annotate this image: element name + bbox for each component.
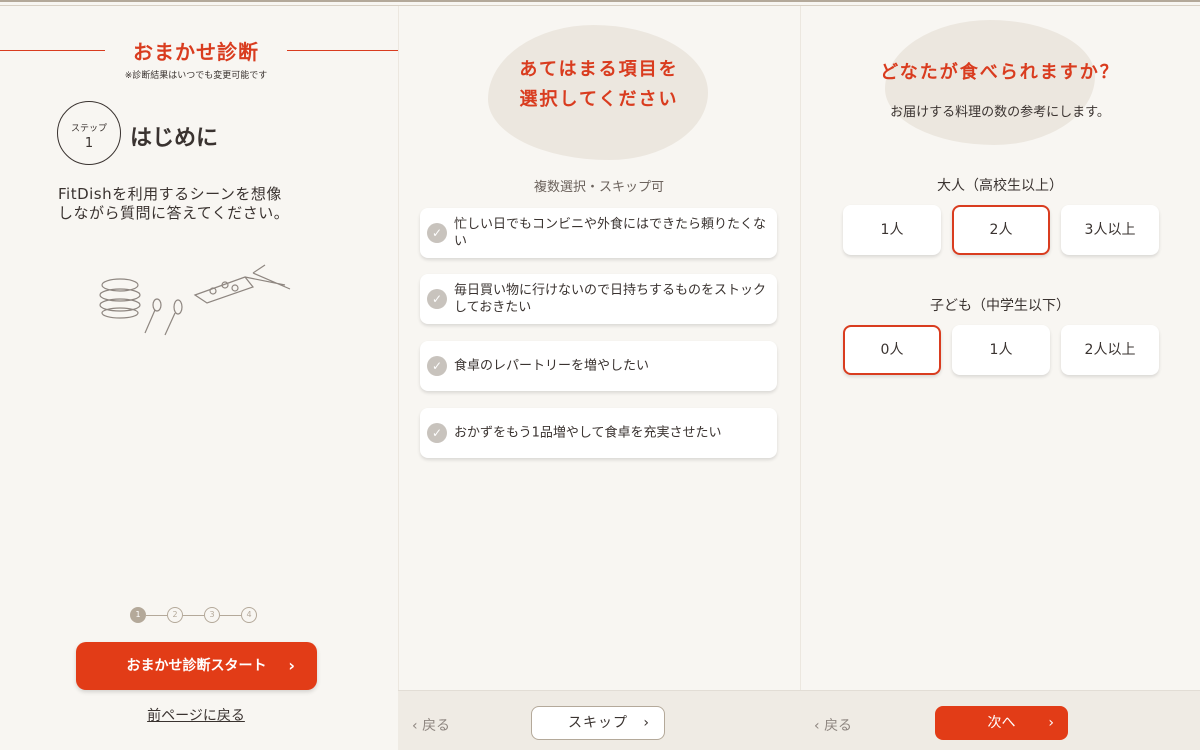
previous-page-link[interactable]: 前ページに戻る: [96, 705, 296, 725]
chevron-right-icon: ›: [1048, 715, 1054, 731]
option-item[interactable]: ✓ おかずをもう1品増やして食卓を充実させたい: [420, 408, 777, 458]
progress-line: [146, 615, 167, 616]
skip-label: スキップ: [568, 715, 628, 731]
chevron-left-icon: ‹: [814, 718, 825, 734]
progress-step-4: 4: [241, 607, 257, 623]
intro-line-2: しながら質問に答えてください。: [58, 204, 290, 222]
check-circle-icon: ✓: [427, 356, 447, 376]
options-back-button[interactable]: ‹ 戻る: [412, 715, 450, 735]
adults-option-3[interactable]: 3人以上: [1061, 205, 1159, 255]
step-label: ステップ: [70, 124, 107, 134]
chevron-right-icon: ›: [643, 715, 650, 731]
title-divider-right: [287, 50, 398, 51]
check-circle-icon: ✓: [427, 423, 447, 443]
progress-step-2: 2: [167, 607, 183, 623]
skip-button[interactable]: スキップ ›: [531, 706, 665, 740]
children-label: 子ども（中学生以下）: [930, 298, 1070, 314]
option-label: 毎日買い物に行けないので日持ちするものをストックしておきたい: [454, 283, 767, 315]
options-title-line-2: 選択してください: [519, 89, 679, 110]
check-circle-icon: ✓: [427, 289, 447, 309]
title-divider-left: [0, 50, 105, 51]
household-subtitle: お届けする料理の数の参考にします。: [890, 105, 1110, 120]
step-title: はじめに: [130, 126, 219, 151]
option-label: 忙しい日でもコンビニや外食にはできたら頼りたくない: [454, 217, 767, 249]
adults-option-2[interactable]: 2人: [952, 205, 1050, 255]
options-title-line-1: あてはまる項目を: [519, 59, 679, 80]
option-item[interactable]: ✓ 毎日買い物に行けないので日持ちするものをストックしておきたい: [420, 274, 777, 324]
options-hint: 複数選択・スキップ可: [533, 180, 664, 195]
household-title: どなたが食べられますか？: [880, 62, 1120, 83]
option-item[interactable]: ✓ 食卓のレパートリーを増やしたい: [420, 341, 777, 391]
step-number: 1: [84, 136, 94, 151]
household-back-button[interactable]: ‹ 戻る: [814, 715, 852, 735]
progress-line: [183, 615, 204, 616]
option-label: おかずをもう1品増やして食卓を充実させたい: [454, 425, 722, 441]
tableware-illustration: [99, 264, 291, 336]
chevron-left-icon: ‹: [412, 718, 423, 734]
step-badge: ステップ 1: [57, 101, 121, 165]
progress-step-1: 1: [130, 607, 146, 623]
option-label: 食卓のレパートリーを増やしたい: [454, 358, 650, 374]
adults-option-1[interactable]: 1人: [843, 205, 941, 255]
back-label: 戻る: [824, 718, 853, 734]
start-diagnosis-label: おまかせ診断スタート: [126, 658, 267, 674]
diagnosis-title: おまかせ診断: [133, 40, 259, 64]
progress-line: [220, 615, 241, 616]
next-label: 次へ: [987, 715, 1016, 731]
back-label: 戻る: [422, 718, 451, 734]
children-option-2[interactable]: 2人以上: [1061, 325, 1159, 375]
option-item[interactable]: ✓ 忙しい日でもコンビニや外食にはできたら頼りたくない: [420, 208, 777, 258]
chevron-right-icon: ›: [288, 656, 295, 675]
start-diagnosis-button[interactable]: おまかせ診断スタート ›: [76, 642, 317, 690]
adults-label: 大人（高校生以上）: [937, 178, 1063, 194]
children-option-0[interactable]: 0人: [843, 325, 941, 375]
intro-line-1: FitDishを利用するシーンを想像: [58, 185, 282, 203]
children-option-1[interactable]: 1人: [952, 325, 1050, 375]
progress-step-3: 3: [204, 607, 220, 623]
next-button[interactable]: 次へ ›: [935, 706, 1068, 740]
step-progress: 1 2 3 4: [130, 605, 270, 625]
intro-text: FitDishを利用するシーンを想像 しながら質問に答えてください。: [58, 185, 348, 223]
diagnosis-note: ※診断結果はいつでも変更可能です: [124, 71, 268, 81]
check-circle-icon: ✓: [427, 223, 447, 243]
options-title: あてはまる項目を 選択してください: [470, 55, 728, 115]
